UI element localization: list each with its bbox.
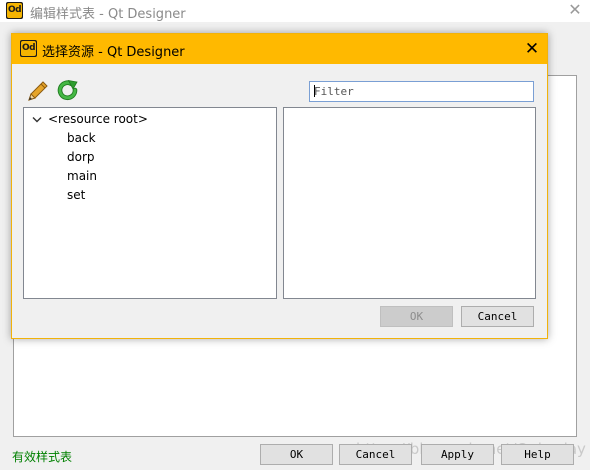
dialog-close-button[interactable]: ✕ — [517, 37, 547, 61]
background-apply-button[interactable]: Apply — [421, 444, 494, 465]
qt-designer-app-icon: Od — [20, 40, 37, 57]
dialog-title: 选择资源 - Qt Designer — [42, 45, 185, 60]
tree-item-set[interactable]: set — [67, 186, 85, 204]
tree-item-main[interactable]: main — [67, 167, 97, 185]
resource-list[interactable] — [283, 107, 536, 299]
background-title-bar: Od 编辑样式表 - Qt Designer ✕ — [0, 0, 590, 22]
dialog-cancel-button[interactable]: Cancel — [461, 306, 534, 327]
tree-item-dorp[interactable]: dorp — [67, 148, 95, 166]
filter-placeholder: Filter — [314, 85, 354, 98]
background-ok-button[interactable]: OK — [260, 444, 333, 465]
stylesheet-status-text: 有效样式表 — [12, 450, 73, 464]
tree-item-label: <resource root> — [48, 112, 148, 126]
dialog-title-bar[interactable]: Od 选择资源 - Qt Designer ✕ — [12, 34, 547, 64]
background-cancel-button[interactable]: Cancel — [339, 444, 412, 465]
qt-designer-app-icon: Od — [6, 2, 23, 19]
chevron-down-icon[interactable] — [32, 116, 42, 124]
refresh-icon[interactable] — [56, 79, 80, 103]
dialog-ok-button[interactable]: OK — [380, 306, 453, 327]
tree-item-back[interactable]: back — [67, 129, 96, 147]
pencil-icon[interactable] — [26, 79, 50, 103]
background-close-button[interactable]: ✕ — [560, 0, 590, 22]
filter-input[interactable]: Filter — [309, 81, 534, 102]
resource-tree[interactable]: <resource root> back dorp main set — [23, 107, 277, 299]
background-window-title: 编辑样式表 - Qt Designer — [30, 7, 186, 22]
background-help-button[interactable]: Help — [501, 444, 574, 465]
select-resource-dialog: Od 选择资源 - Qt Designer ✕ Filter <resource… — [11, 33, 548, 339]
